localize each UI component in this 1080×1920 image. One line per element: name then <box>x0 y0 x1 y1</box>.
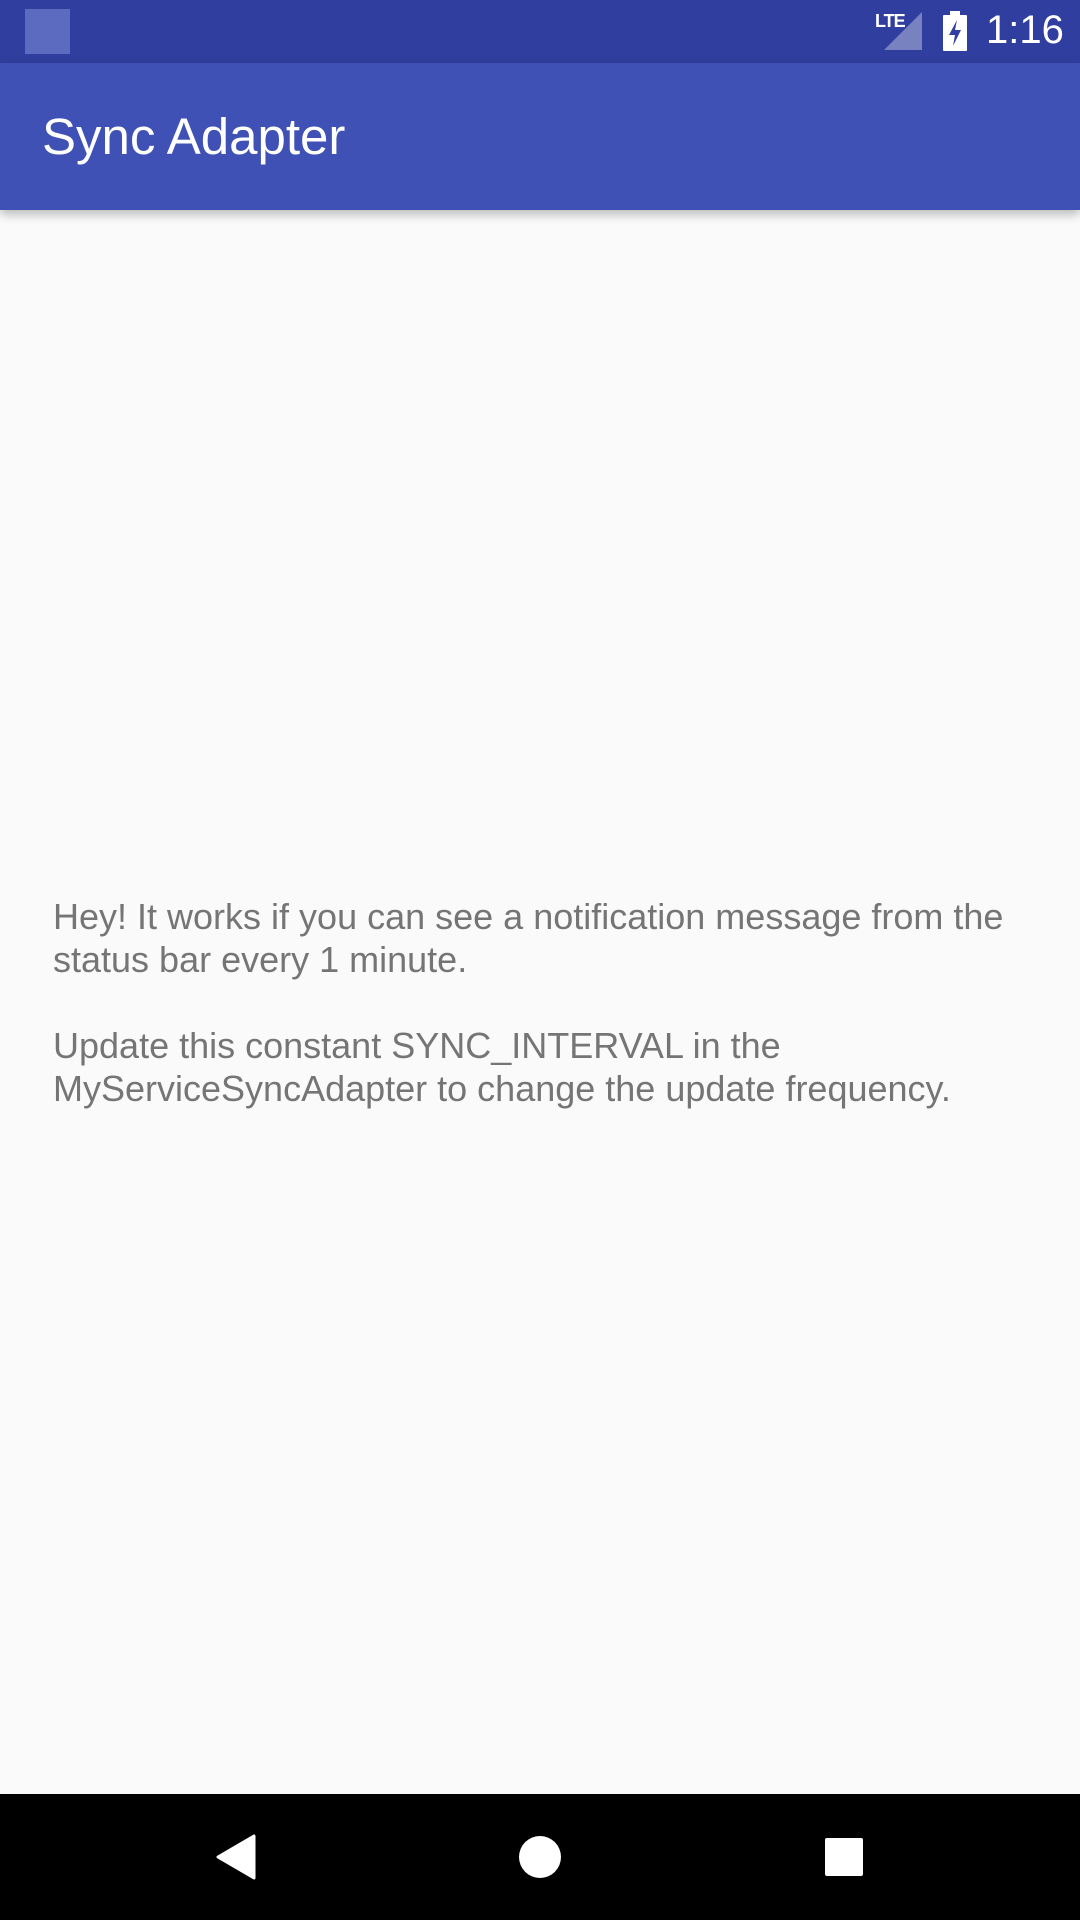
recents-button[interactable] <box>754 1794 934 1920</box>
home-button[interactable] <box>450 1794 630 1920</box>
back-icon <box>216 1834 256 1880</box>
recents-icon <box>825 1838 863 1876</box>
screen: LTE 1:16 Sync Adapter Hey! It works if y… <box>0 0 1080 1920</box>
message-paragraph-2: Update this constant SYNC_INTERVAL in th… <box>53 1025 951 1109</box>
home-icon <box>519 1836 561 1878</box>
signal-icon <box>884 12 922 50</box>
message-text: Hey! It works if you can see a notificat… <box>53 895 1033 1153</box>
message-paragraph-1: Hey! It works if you can see a notificat… <box>53 896 1004 980</box>
navigation-bar <box>0 1794 1080 1920</box>
app-bar: Sync Adapter <box>0 63 1080 210</box>
app-title: Sync Adapter <box>42 108 346 165</box>
main-content: Hey! It works if you can see a notificat… <box>0 210 1080 1794</box>
battery-charging-icon <box>943 11 967 51</box>
clock: 1:16 <box>986 8 1064 52</box>
notification-icon <box>25 9 70 54</box>
back-button[interactable] <box>146 1794 326 1920</box>
status-bar: LTE 1:16 <box>0 0 1080 63</box>
